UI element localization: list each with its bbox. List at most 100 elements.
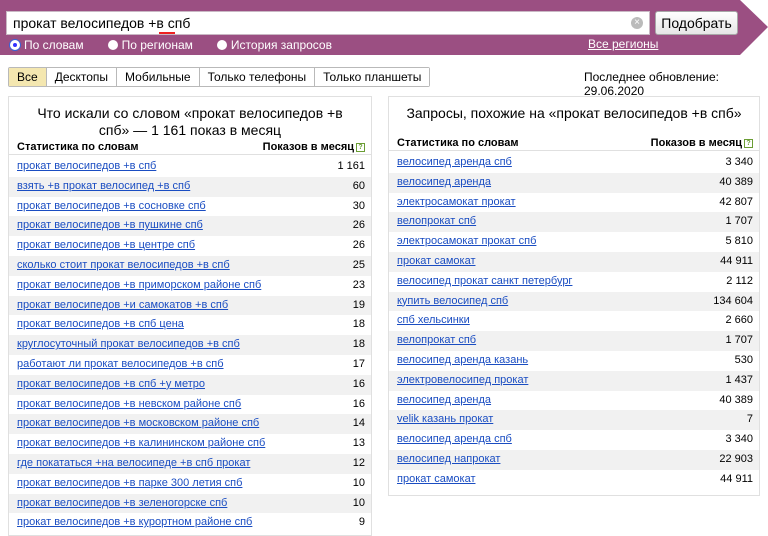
query-link[interactable]: велосипед аренда [397, 173, 491, 193]
query-link[interactable]: велосипед аренда спб [397, 153, 512, 173]
query-link[interactable]: прокат велосипедов +в пушкине спб [17, 216, 203, 236]
query-link[interactable]: сколько стоит прокат велосипедов +в спб [17, 256, 230, 276]
radio-checked-icon [10, 40, 20, 50]
radio-by-words[interactable]: По словам [10, 38, 84, 52]
tab-tablets-only[interactable]: Только планшеты [315, 68, 430, 86]
query-link[interactable]: круглосуточный прокат велосипедов +в спб [17, 335, 240, 355]
column-header-shows: Показов в месяц? [651, 135, 753, 150]
similar-queries-panel: Запросы, похожие на «прокат велосипедов … [388, 96, 760, 496]
table-header: Статистика по словам Показов в месяц? [389, 135, 759, 151]
submit-button[interactable]: Подобрать [655, 11, 738, 35]
shows-count: 40 389 [719, 393, 753, 406]
search-query-text: прокат велосипедов +в спб [13, 15, 191, 31]
query-link[interactable]: прокат велосипедов +в сосновке спб [17, 197, 206, 217]
shows-count: 3 340 [725, 156, 753, 168]
query-link[interactable]: где покататься +на велосипеде +в спб про… [17, 454, 250, 474]
shows-count: 16 [352, 377, 365, 390]
shows-count: 530 [734, 353, 753, 366]
query-link[interactable]: прокат велосипедов +в спб +у метро [17, 375, 205, 395]
query-link[interactable]: велосипед аренда казань [397, 351, 528, 371]
shows-count: 26 [352, 239, 365, 252]
radio-label: По регионам [121, 38, 193, 52]
shows-count: 14 [352, 417, 365, 430]
table-row: взять +в прокат велосипед +в спб 60 [9, 176, 371, 197]
query-link[interactable]: велосипед аренда [397, 391, 491, 411]
shows-count: 42 807 [719, 195, 753, 208]
tab-mobile[interactable]: Мобильные [117, 68, 200, 86]
query-link[interactable]: электровелосипед прокат [397, 371, 528, 391]
query-link[interactable]: велосипед напрокат [397, 450, 500, 470]
table-row: велосипед аренда 40 389 [389, 172, 759, 193]
panel-title: Что искали со словом «прокат велосипедов… [37, 105, 343, 138]
query-link[interactable]: электросамокат прокат [397, 193, 516, 213]
query-link[interactable]: прокат велосипедов +в невском районе спб [17, 395, 241, 415]
shows-count: 2 660 [725, 314, 753, 327]
query-link[interactable]: прокат велосипедов +в центре спб [17, 236, 195, 256]
table-row: прокат велосипедов +в московском районе … [9, 414, 371, 435]
table-header: Статистика по словам Показов в месяц? [9, 139, 371, 155]
table-row: электросамокат прокат спб 5 810 [389, 232, 759, 252]
search-input[interactable]: прокат велосипедов +в спб × [6, 11, 650, 35]
radio-unchecked-icon [216, 40, 227, 50]
table-row: электросамокат прокат 42 807 [389, 193, 759, 213]
query-link[interactable]: прокат велосипедов +в калининском районе… [17, 434, 265, 454]
clear-icon[interactable]: × [631, 17, 643, 29]
shows-count: 3 340 [725, 433, 753, 446]
help-icon[interactable]: ? [744, 139, 753, 148]
table-row: велосипед аренда 40 389 [389, 391, 759, 411]
query-link[interactable]: velik казань прокат [397, 410, 493, 430]
query-link[interactable]: прокат велосипедов +в парке 300 летия сп… [17, 474, 242, 494]
query-link[interactable]: прокат самокат [397, 470, 475, 490]
query-link[interactable]: прокат велосипедов +в спб [17, 157, 156, 177]
shows-count: 7 [746, 413, 753, 426]
query-link[interactable]: спб хельсинки [397, 311, 470, 331]
shows-count: 10 [352, 496, 365, 509]
query-link[interactable]: купить велосипед спб [397, 292, 508, 312]
shows-count: 16 [352, 397, 365, 410]
query-link[interactable]: прокат велосипедов +в зеленогорске спб [17, 494, 227, 514]
tab-phones-only[interactable]: Только телефоны [199, 68, 316, 86]
table-row: прокат велосипедов +в центре спб 26 [9, 236, 371, 256]
table-row: прокат велосипедов +в парке 300 летия сп… [9, 474, 371, 494]
query-link[interactable]: велосипед прокат санкт петербург [397, 272, 572, 292]
table-row: сколько стоит прокат велосипедов +в спб 2… [9, 255, 371, 276]
query-link[interactable]: прокат велосипедов +в спб цена [17, 315, 184, 335]
query-link[interactable]: прокат самокат [397, 252, 475, 272]
query-link[interactable]: велосипед аренда спб [397, 430, 512, 450]
shows-count: 1 437 [725, 373, 753, 386]
query-link[interactable]: прокат велосипедов +в московском районе … [17, 414, 259, 434]
shows-count: 23 [352, 278, 365, 291]
tab-desktops[interactable]: Десктопы [46, 68, 118, 86]
table-row: прокат велосипедов +в спб 1 161 [9, 157, 371, 177]
query-link[interactable]: прокат велосипедов +в курортном районе с… [17, 513, 252, 533]
help-icon[interactable]: ? [356, 143, 365, 152]
table-row: спб хельсинки 2 660 [389, 311, 759, 331]
radio-unchecked-icon [107, 40, 118, 50]
table-row: велосипед аренда спб 3 340 [389, 430, 759, 450]
table-row: работают ли прокат велосипедов +в спб 17 [9, 355, 371, 375]
shows-count: 18 [352, 338, 365, 351]
query-link[interactable]: прокат велосипедов +и самокатов +в спб [17, 296, 228, 316]
query-link[interactable]: велопрокат спб [397, 212, 476, 232]
table-row: купить велосипед спб 134 604 [389, 291, 759, 312]
table-row: круглосуточный прокат велосипедов +в спб… [9, 335, 371, 355]
column-header-words: Статистика по словам [17, 141, 139, 153]
radio-by-regions[interactable]: По регионам [107, 38, 193, 52]
all-regions-link[interactable]: Все регионы [588, 37, 658, 51]
shows-count: 19 [352, 298, 365, 311]
query-link[interactable]: взять +в прокат велосипед +в спб [17, 177, 190, 197]
tab-all[interactable]: Все [9, 68, 47, 86]
spellcheck-underline [159, 32, 175, 34]
table-row: прокат самокат 44 911 [389, 251, 759, 272]
shows-count: 2 112 [726, 274, 753, 287]
query-link[interactable]: электросамокат прокат спб [397, 232, 536, 252]
table-row: прокат самокат 44 911 [389, 470, 759, 490]
word-stats-panel: Что искали со словом «прокат велосипедов… [8, 96, 372, 536]
query-link[interactable]: работают ли прокат велосипедов +в спб [17, 355, 224, 375]
query-link[interactable]: прокат велосипедов +в приморском районе … [17, 276, 261, 296]
shows-count: 9 [358, 516, 365, 529]
radio-label: По словам [24, 38, 84, 52]
word-stats-list: прокат велосипедов +в спб 1 161 взять +в п… [9, 157, 371, 533]
radio-query-history[interactable]: История запросов [216, 38, 332, 52]
query-link[interactable]: велопрокат спб [397, 331, 476, 351]
